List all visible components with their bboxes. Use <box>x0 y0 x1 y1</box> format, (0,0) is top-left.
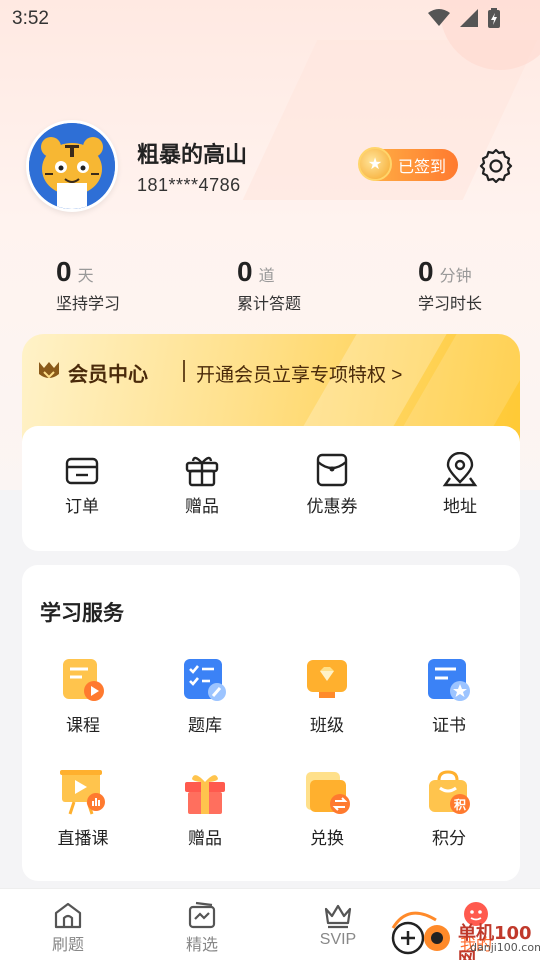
quick-links-card: 订单 赠品 优惠券 地址 <box>22 426 520 551</box>
service-label: 证书 <box>432 716 466 735</box>
service-label: 题库 <box>188 716 222 735</box>
quick-link-label: 订单 <box>65 497 99 516</box>
class-icon <box>304 657 350 703</box>
svg-text:积: 积 <box>454 797 466 812</box>
service-course[interactable]: 课程 <box>38 657 128 736</box>
crown-icon <box>324 904 352 929</box>
service-question-bank[interactable]: 题库 <box>160 657 250 736</box>
coupon-icon <box>316 453 348 487</box>
nav-item-practice[interactable]: 刷题 <box>28 901 108 955</box>
nav-item-featured[interactable]: 精选 <box>162 901 242 955</box>
service-label: 赠品 <box>188 829 222 848</box>
stat-questions-answered: 0道 累计答题 <box>237 256 301 314</box>
service-label: 积分 <box>432 829 466 848</box>
exchange-icon <box>304 770 350 816</box>
service-live-class[interactable]: 直播课 <box>38 770 128 849</box>
quick-link-label: 优惠券 <box>306 497 358 516</box>
status-icons <box>428 8 500 28</box>
service-class[interactable]: 班级 <box>282 657 372 736</box>
signal-icon <box>460 9 478 27</box>
quick-link-order[interactable]: 订单 <box>42 452 122 517</box>
gear-icon[interactable] <box>478 147 514 183</box>
stat-label: 学习时长 <box>418 296 483 313</box>
service-gift[interactable]: 赠品 <box>160 770 250 849</box>
gift-icon <box>185 456 219 487</box>
phone-number: 181****4786 <box>137 175 241 195</box>
order-icon <box>65 457 99 485</box>
course-icon <box>60 657 106 703</box>
featured-icon <box>188 901 216 929</box>
section-title: 学习服务 <box>40 602 124 625</box>
tiger-avatar-icon <box>29 123 115 209</box>
stat-unit: 道 <box>258 268 275 285</box>
checkin-label: 已签到 <box>398 159 447 176</box>
nav-label: 刷题 <box>51 937 84 954</box>
study-services-card: 学习服务 课程 题库 班级 证书 直播课 赠品 兑换 积 积分 <box>22 565 520 881</box>
stat-unit: 天 <box>77 268 94 285</box>
points-icon: 积 <box>426 770 472 816</box>
wifi-icon <box>428 9 450 26</box>
stat-label: 坚持学习 <box>56 296 121 313</box>
service-label: 直播课 <box>57 829 109 848</box>
stat-value: 0 <box>237 256 253 287</box>
battery-icon <box>488 8 500 28</box>
status-bar: 3:52 <box>0 0 540 36</box>
stat-value: 0 <box>56 256 72 287</box>
vip-badge-icon <box>39 362 59 379</box>
service-certificate[interactable]: 证书 <box>404 657 494 736</box>
vip-title: 会员中心 <box>68 364 148 386</box>
avatar[interactable] <box>26 120 118 212</box>
quick-link-address[interactable]: 地址 <box>420 452 500 517</box>
question-bank-icon <box>182 657 228 703</box>
live-class-icon <box>60 770 106 816</box>
home-icon <box>54 902 82 929</box>
quick-link-label: 地址 <box>443 497 477 516</box>
location-icon <box>442 452 478 487</box>
nav-item-svip[interactable]: SVIP <box>298 901 378 949</box>
quick-link-gift[interactable]: 赠品 <box>162 452 242 517</box>
medal-icon: ★ <box>358 147 392 181</box>
gift-box-icon <box>182 770 228 816</box>
service-label: 兑换 <box>310 829 344 848</box>
status-time: 3:52 <box>12 8 49 29</box>
stat-study-time: 0 分钟 学习时长 <box>418 256 482 314</box>
checkin-badge[interactable]: ★ 已签到 <box>358 147 458 181</box>
vip-subtitle: 开通会员立享专项特权 > <box>196 365 403 386</box>
quick-link-coupon[interactable]: 优惠券 <box>292 452 372 517</box>
nav-label: 精选 <box>185 937 218 954</box>
stat-value: 0 <box>418 256 434 287</box>
service-points[interactable]: 积 积分 <box>404 770 494 849</box>
stat-label: 累计答题 <box>237 296 302 313</box>
service-exchange[interactable]: 兑换 <box>282 770 372 849</box>
divider <box>183 360 185 382</box>
certificate-icon <box>426 657 472 703</box>
username: 粗暴的高山 <box>137 142 248 167</box>
quick-link-label: 赠品 <box>185 497 219 516</box>
stat-study-days: 0天 坚持学习 <box>56 256 120 314</box>
nav-label: SVIP <box>319 931 357 948</box>
service-label: 班级 <box>310 716 344 735</box>
watermark-url: danji100.com <box>470 941 540 954</box>
stat-unit: 分钟 <box>439 268 472 285</box>
service-label: 课程 <box>66 716 100 735</box>
